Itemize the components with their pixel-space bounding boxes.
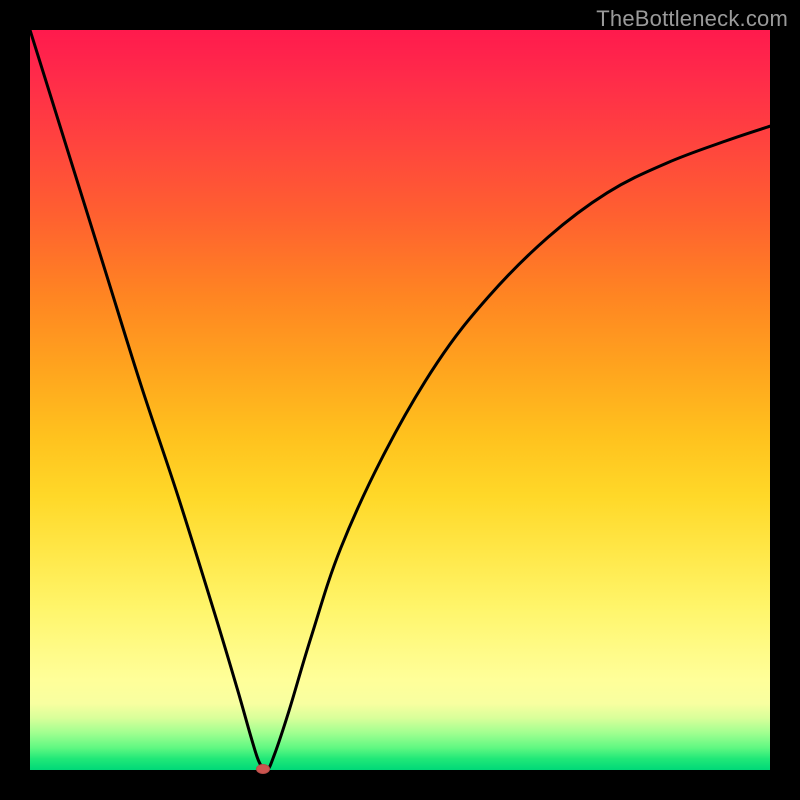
chart-frame: TheBottleneck.com <box>0 0 800 800</box>
bottleneck-curve <box>30 30 770 770</box>
watermark-text: TheBottleneck.com <box>596 6 788 32</box>
minimum-marker <box>256 764 270 774</box>
plot-area <box>30 30 770 770</box>
